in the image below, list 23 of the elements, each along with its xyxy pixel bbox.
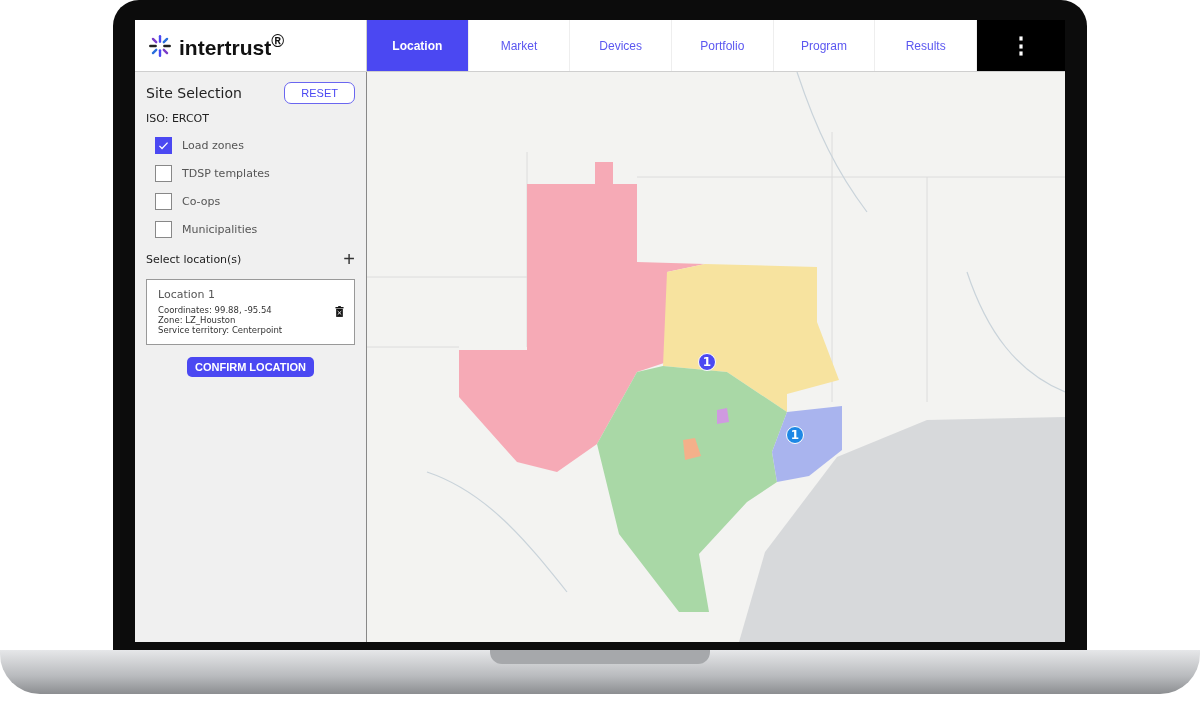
more-menu-button[interactable]: ⋮ xyxy=(977,20,1065,71)
checkbox-label: Municipalities xyxy=(182,223,258,236)
logo-icon xyxy=(147,32,173,59)
checkbox[interactable] xyxy=(155,165,172,182)
trash-icon[interactable] xyxy=(335,306,344,318)
brand-name: intertrust$^{®}$ xyxy=(179,31,285,60)
checkbox[interactable] xyxy=(155,221,172,238)
checkbox-label: Load zones xyxy=(182,139,244,152)
add-button[interactable]: + xyxy=(343,249,355,269)
checkbox[interactable] xyxy=(155,137,172,154)
location-detail: Zone: LZ_Houston xyxy=(158,315,236,326)
nav-tab[interactable]: Location xyxy=(367,20,469,71)
location-title: Location 1 xyxy=(158,288,217,301)
location-detail: Service territory: Centerpoint xyxy=(158,325,284,336)
checkbox-label: TDSP templates xyxy=(182,167,270,180)
location-detail: Coordinates: 99.88, -95.54 xyxy=(158,305,273,316)
checkbox-label: Co-ops xyxy=(182,195,221,208)
iso-label: ISO: ERCOT xyxy=(146,112,210,125)
panel-title: Site Selection xyxy=(146,85,242,101)
checkbox[interactable] xyxy=(155,193,172,210)
section-heading: Select location(s) xyxy=(146,252,242,266)
confirm-location-button[interactable]: CONFIRM LOCATION xyxy=(187,356,314,377)
reset-button[interactable]: RESET xyxy=(284,82,355,104)
